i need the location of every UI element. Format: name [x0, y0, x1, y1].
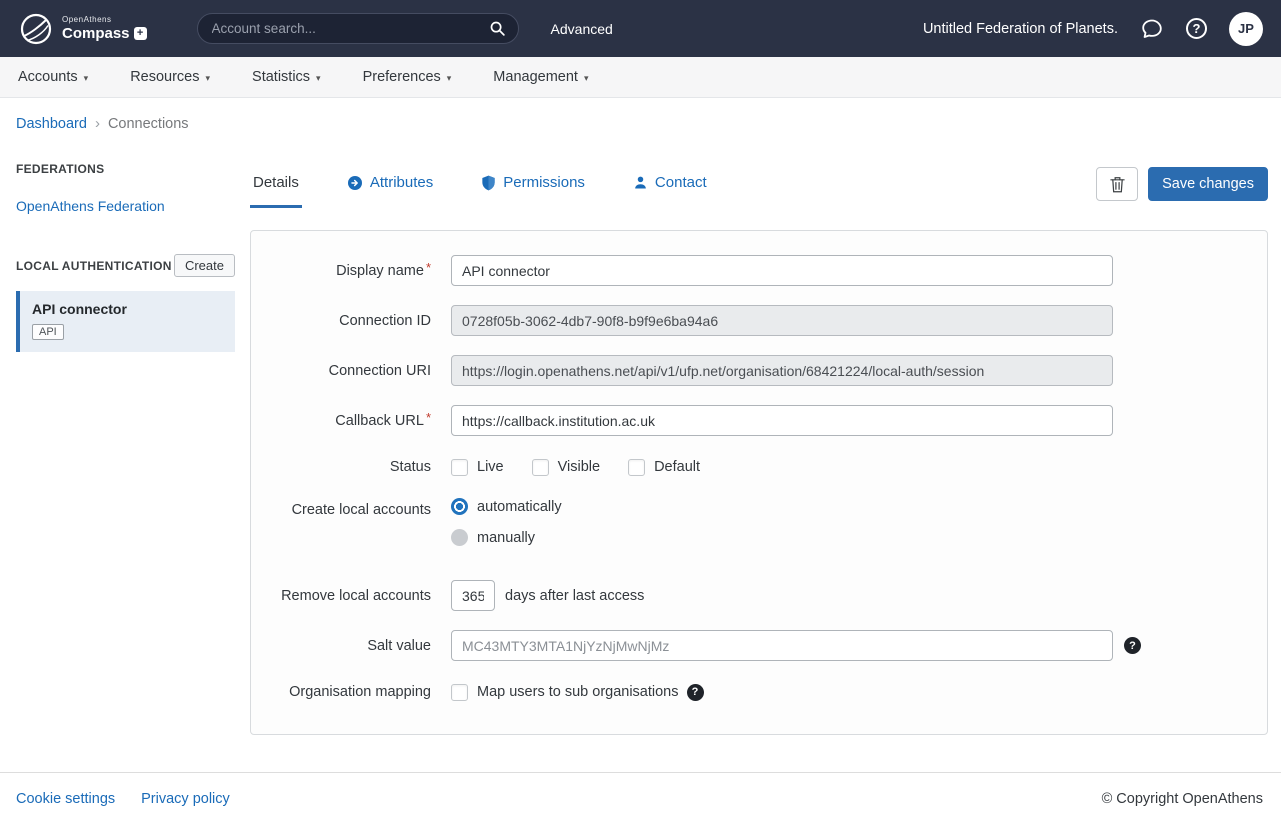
required-asterisk: * [426, 410, 431, 425]
save-changes-button[interactable]: Save changes [1148, 167, 1268, 201]
map-users-checkbox[interactable]: Map users to sub organisations [451, 684, 679, 701]
local-authentication-heading: LOCAL AUTHENTICATION [16, 259, 172, 273]
create-connection-button[interactable]: Create [174, 254, 235, 277]
radio-unselected-icon[interactable] [451, 529, 468, 546]
main-panel: Details Attributes [250, 146, 1268, 762]
chevron-down-icon: ▾ [584, 72, 589, 83]
connection-id-field [451, 305, 1113, 336]
status-live-checkbox[interactable]: Live [451, 459, 504, 476]
salt-value-field[interactable] [451, 630, 1113, 661]
remove-days-suffix: days after last access [505, 588, 644, 604]
search-icon[interactable] [489, 20, 506, 37]
salt-help-icon[interactable]: ? [1124, 637, 1141, 654]
plus-badge-icon: + [134, 27, 147, 40]
create-accounts-manually-radio[interactable]: manually [451, 529, 562, 546]
nav-item-management[interactable]: Management ▾ [493, 69, 588, 85]
checkbox-unchecked-icon[interactable] [628, 459, 645, 476]
organisation-mapping-label: Organisation mapping [251, 680, 431, 704]
advanced-search-link[interactable]: Advanced [551, 21, 613, 37]
main-nav: Accounts ▾ Resources ▾ Statistics ▾ Pref… [0, 57, 1281, 98]
connection-tabs: Details Attributes [250, 160, 710, 208]
display-name-field[interactable] [451, 255, 1113, 286]
connection-details-form: Display name* Connection ID Connection U… [250, 230, 1268, 735]
tab-attributes[interactable]: Attributes [344, 160, 436, 208]
remove-days-field[interactable] [451, 580, 495, 611]
checkbox-unchecked-icon[interactable] [532, 459, 549, 476]
nav-item-accounts[interactable]: Accounts ▾ [18, 69, 88, 85]
connection-name: API connector [32, 301, 223, 317]
shield-icon [481, 175, 496, 191]
connection-uri-field [451, 355, 1113, 386]
callback-url-label: Callback URL* [251, 409, 431, 433]
required-asterisk: * [426, 260, 431, 275]
chevron-down-icon: ▾ [316, 72, 321, 83]
form-row-salt-value: Salt value ? [251, 630, 1267, 661]
connection-id-label: Connection ID [251, 309, 431, 333]
footer: Cookie settings Privacy policy © Copyrig… [0, 772, 1281, 825]
form-row-connection-uri: Connection URI [251, 355, 1267, 386]
display-name-label: Display name* [251, 259, 431, 283]
form-row-remove-local-accounts: Remove local accounts days after last ac… [251, 580, 1267, 611]
radio-selected-icon[interactable] [451, 498, 468, 515]
sidebar-item-openathens-federation[interactable]: OpenAthens Federation [16, 198, 235, 214]
person-icon [633, 175, 648, 190]
status-label: Status [251, 455, 431, 479]
form-row-create-local-accounts: Create local accounts automatically manu… [251, 498, 1267, 546]
tab-details[interactable]: Details [250, 160, 302, 208]
breadcrumb-separator-icon: › [95, 115, 100, 132]
nav-item-preferences[interactable]: Preferences ▾ [363, 69, 452, 85]
cookie-settings-link[interactable]: Cookie settings [16, 791, 115, 807]
breadcrumb-dashboard[interactable]: Dashboard [16, 116, 87, 132]
remove-local-accounts-label: Remove local accounts [251, 584, 431, 608]
form-row-display-name: Display name* [251, 255, 1267, 286]
status-default-checkbox[interactable]: Default [628, 459, 700, 476]
nav-item-statistics[interactable]: Statistics ▾ [252, 69, 321, 85]
topbar: OpenAthens Compass + Advanced Untitled F… [0, 0, 1281, 57]
privacy-policy-link[interactable]: Privacy policy [141, 791, 230, 807]
brand-line2: Compass [62, 26, 130, 41]
chevron-down-icon: ▾ [84, 72, 89, 83]
create-accounts-automatically-radio[interactable]: automatically [451, 498, 562, 515]
copyright-text: © Copyright OpenAthens [1102, 791, 1263, 807]
brand-text: OpenAthens Compass + [62, 16, 147, 41]
connection-uri-label: Connection URI [251, 359, 431, 383]
connection-type-badge: API [32, 324, 64, 340]
callback-url-field[interactable] [451, 405, 1113, 436]
create-local-accounts-label: Create local accounts [251, 498, 431, 522]
checkbox-unchecked-icon[interactable] [451, 459, 468, 476]
globe-logo-icon [18, 11, 54, 47]
sidebar: FEDERATIONS OpenAthens Federation LOCAL … [16, 146, 235, 762]
form-row-status: Status Live Visible Default [251, 455, 1267, 479]
federations-heading: FEDERATIONS [16, 162, 235, 176]
chevron-down-icon: ▾ [447, 72, 452, 83]
sidebar-item-api-connector[interactable]: API connector API [16, 291, 235, 352]
breadcrumb: Dashboard › Connections [0, 98, 1281, 146]
delete-connection-button[interactable] [1096, 167, 1138, 201]
chat-icon[interactable] [1140, 17, 1164, 41]
trash-icon [1110, 176, 1125, 193]
form-row-connection-id: Connection ID [251, 305, 1267, 336]
chevron-down-icon: ▾ [206, 72, 211, 83]
user-avatar[interactable]: JP [1229, 12, 1263, 46]
arrow-circle-icon [347, 175, 363, 191]
account-search [197, 13, 519, 44]
salt-value-label: Salt value [251, 634, 431, 658]
search-input[interactable] [212, 21, 489, 36]
form-row-organisation-mapping: Organisation mapping Map users to sub or… [251, 680, 1267, 704]
breadcrumb-connections: Connections [108, 116, 189, 132]
organisation-mapping-help-icon[interactable]: ? [687, 684, 704, 701]
form-row-callback-url: Callback URL* [251, 405, 1267, 436]
checkbox-unchecked-icon[interactable] [451, 684, 468, 701]
help-icon[interactable]: ? [1186, 18, 1207, 39]
nav-item-resources[interactable]: Resources ▾ [130, 69, 210, 85]
federation-name: Untitled Federation of Planets. [923, 21, 1118, 37]
tab-permissions[interactable]: Permissions [478, 160, 588, 208]
status-visible-checkbox[interactable]: Visible [532, 459, 600, 476]
openathens-logo[interactable]: OpenAthens Compass + [18, 11, 147, 47]
tab-contact[interactable]: Contact [630, 160, 710, 208]
brand-line1: OpenAthens [62, 16, 147, 24]
